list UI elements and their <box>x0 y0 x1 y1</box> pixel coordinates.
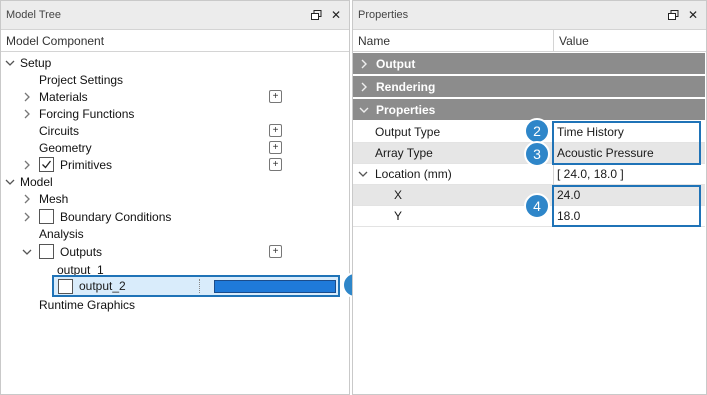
properties-column-header[interactable]: Name Value <box>353 30 706 52</box>
column-divider <box>199 279 200 293</box>
tree-item-model[interactable]: Model <box>4 173 53 190</box>
tree-item-materials[interactable]: Materials <box>21 88 88 105</box>
chevron-down-icon[interactable] <box>357 168 369 180</box>
prop-name: Output Type <box>375 125 441 139</box>
tree-item-mesh[interactable]: Mesh <box>21 190 68 207</box>
add-output-button[interactable]: + <box>269 245 282 258</box>
output-2-value-bar[interactable] <box>214 280 336 293</box>
tree-item-label: Outputs <box>60 244 103 259</box>
tree-item-setup[interactable]: Setup <box>4 54 51 71</box>
output-2-name-field[interactable]: output_2 <box>79 279 126 293</box>
chevron-down-icon[interactable] <box>4 176 16 188</box>
float-window-icon[interactable] <box>666 8 680 22</box>
add-circuit-button[interactable]: + <box>269 124 282 137</box>
tree-item-label: Analysis <box>39 226 84 241</box>
model-component-header: Model Component <box>6 33 105 48</box>
boundary-conditions-checkbox[interactable] <box>39 209 54 224</box>
tree-item-label: Project Settings <box>39 72 124 87</box>
tree-item-outputs[interactable]: Outputs <box>21 243 102 260</box>
location-value[interactable]: [ 24.0, 18.0 ] <box>557 167 624 181</box>
chevron-right-icon[interactable] <box>21 211 33 223</box>
chevron-down-icon[interactable] <box>358 104 370 116</box>
prop-name: Y <box>394 209 403 223</box>
highlight-location-fields <box>552 185 701 227</box>
tree-item-geometry[interactable]: Geometry <box>39 139 92 156</box>
chevron-right-icon[interactable] <box>21 159 33 171</box>
group-label: Rendering <box>376 79 436 94</box>
value-column-header: Value <box>559 33 589 48</box>
chevron-right-icon[interactable] <box>358 81 370 93</box>
prop-row-location[interactable]: Location (mm) [ 24.0, 18.0 ] <box>353 164 705 185</box>
highlight-type-fields <box>552 121 701 165</box>
tree-item-label: Runtime Graphics <box>39 297 136 312</box>
outputs-checkbox[interactable] <box>39 244 54 259</box>
tree-item-label: Circuits <box>39 123 80 138</box>
tree-item-label: Setup <box>20 55 52 70</box>
prop-name: X <box>394 188 403 202</box>
close-icon[interactable]: ✕ <box>686 8 700 22</box>
tree-item-project-settings[interactable]: Project Settings <box>39 71 123 88</box>
prop-name: Array Type <box>375 146 433 160</box>
chevron-right-icon[interactable] <box>21 91 33 103</box>
group-properties[interactable]: Properties <box>353 99 705 121</box>
tree-item-output-2-selected[interactable]: output_2 <box>52 275 340 297</box>
chevron-right-icon[interactable] <box>21 108 33 120</box>
tree-item-label: Model <box>20 174 53 189</box>
close-icon[interactable]: ✕ <box>329 8 343 22</box>
model-tree-titlebar: Model Tree ✕ <box>1 1 349 30</box>
group-output[interactable]: Output <box>353 53 705 75</box>
column-divider[interactable] <box>553 29 554 51</box>
group-label: Output <box>376 56 416 71</box>
properties-title: Properties <box>358 9 409 21</box>
add-geometry-button[interactable]: + <box>269 141 282 154</box>
output-2-checkbox[interactable] <box>58 279 73 294</box>
tree-item-label: Mesh <box>39 191 69 206</box>
tree-item-forcing-functions[interactable]: Forcing Functions <box>21 105 134 122</box>
tree-item-label: Geometry <box>39 140 92 155</box>
tree-item-label: Boundary Conditions <box>60 209 172 224</box>
callout-badge-3: 3 <box>524 141 550 167</box>
tree-item-runtime-graphics[interactable]: Runtime Graphics <box>39 296 135 313</box>
properties-titlebar: Properties ✕ <box>353 1 706 30</box>
model-tree-column-header[interactable]: Model Component <box>1 30 349 52</box>
chevron-down-icon[interactable] <box>21 246 33 258</box>
tree-item-primitives[interactable]: Primitives <box>21 156 112 173</box>
tree-item-label: Materials <box>39 89 88 104</box>
prop-name: Location (mm) <box>375 167 452 181</box>
group-rendering[interactable]: Rendering <box>353 76 705 98</box>
primitives-checkbox[interactable] <box>39 157 54 172</box>
callout-badge-4: 4 <box>524 193 550 219</box>
add-material-button[interactable]: + <box>269 90 282 103</box>
name-column-header: Name <box>358 33 391 48</box>
tree-item-analysis[interactable]: Analysis <box>39 225 84 242</box>
tree-item-boundary-conditions[interactable]: Boundary Conditions <box>21 208 171 225</box>
chevron-down-icon[interactable] <box>4 57 16 69</box>
tree-item-label: Forcing Functions <box>39 106 135 121</box>
chevron-right-icon[interactable] <box>21 193 33 205</box>
float-window-icon[interactable] <box>309 8 323 22</box>
tree-item-label: Primitives <box>60 157 113 172</box>
group-label: Properties <box>376 102 436 117</box>
tree-item-circuits[interactable]: Circuits <box>39 122 79 139</box>
add-primitive-button[interactable]: + <box>269 158 282 171</box>
chevron-right-icon[interactable] <box>358 58 370 70</box>
model-tree-title: Model Tree <box>6 9 62 21</box>
